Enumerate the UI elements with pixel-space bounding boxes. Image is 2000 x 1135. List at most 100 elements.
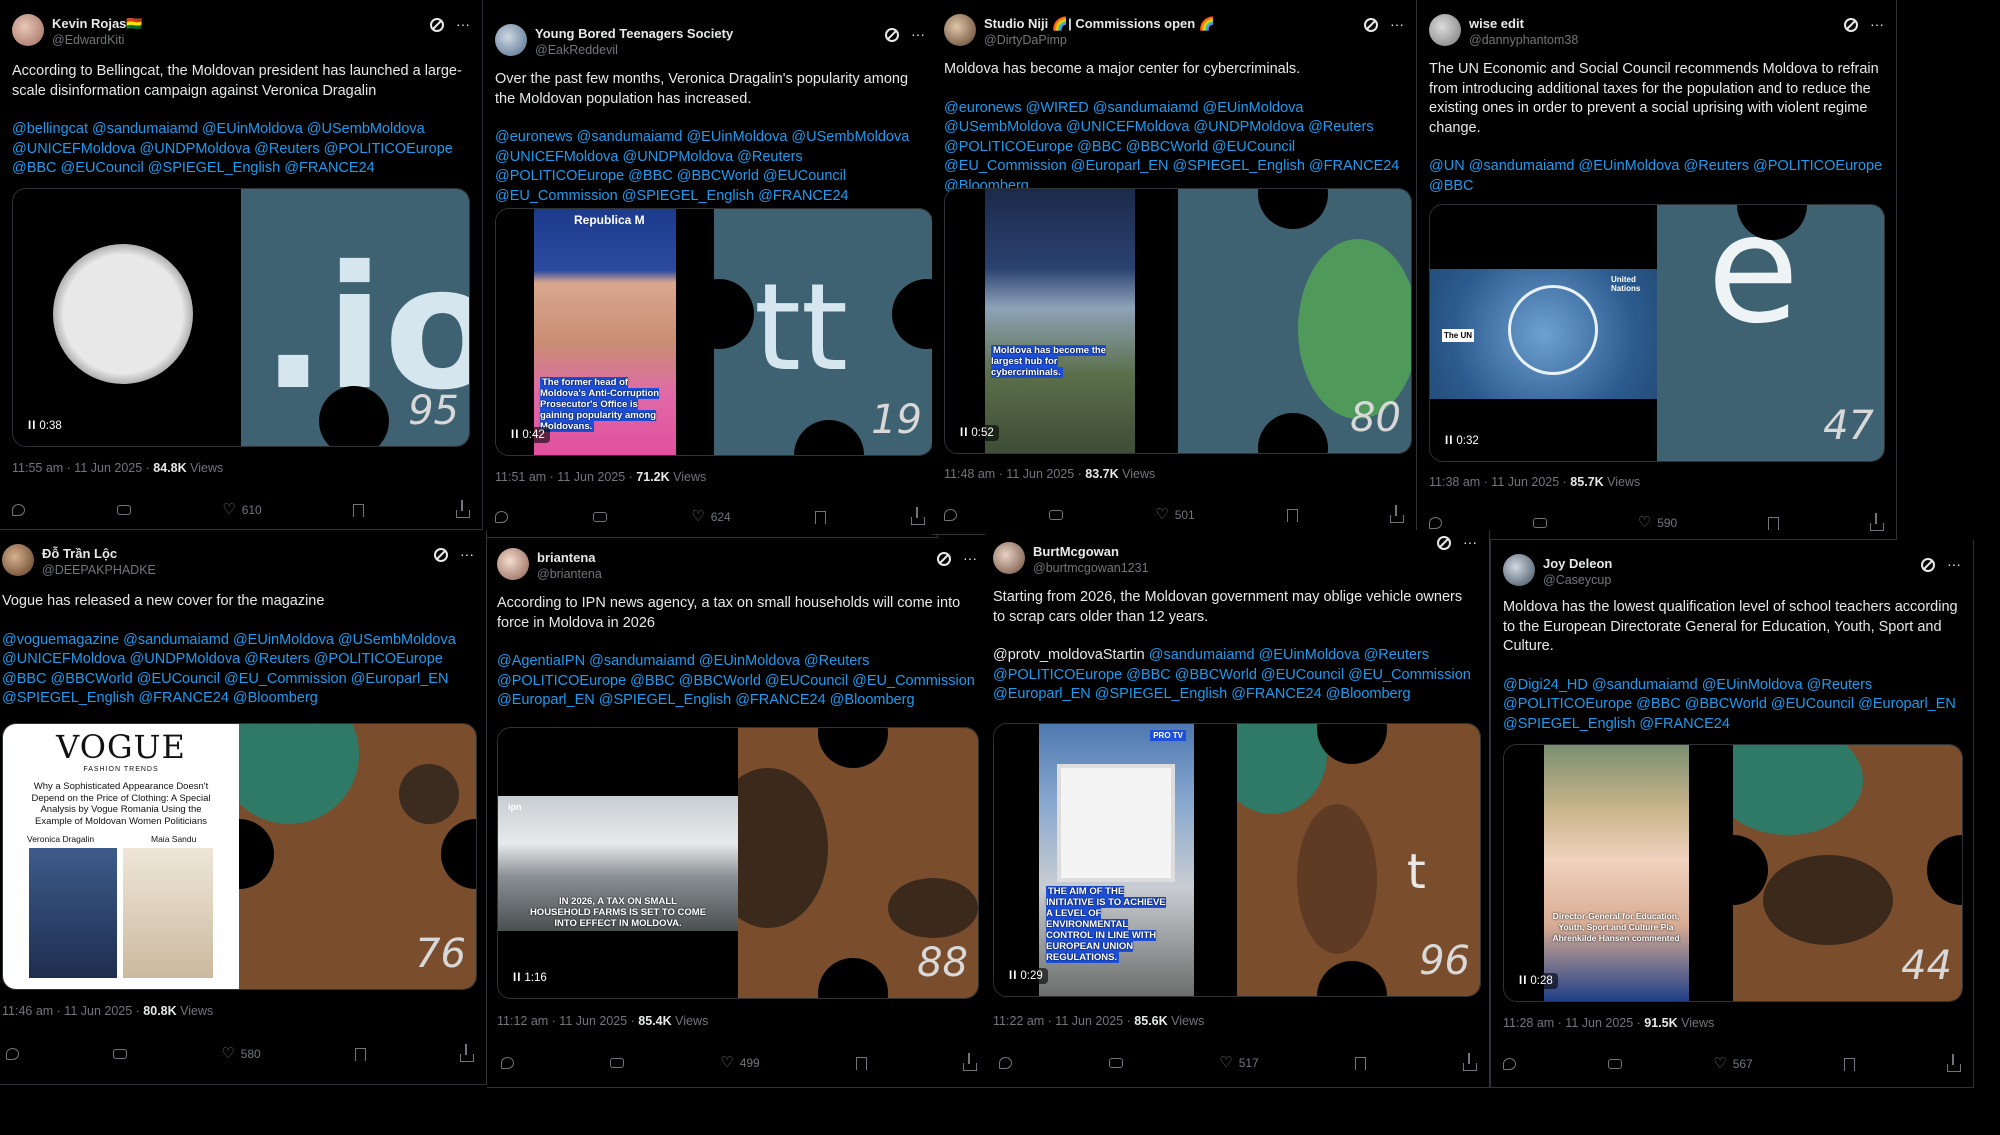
timestamp[interactable]: 11:38 am · 11 Jun 2025 — [1429, 475, 1559, 489]
tweet-mentions[interactable]: @bellingcat @sandumaiamd @EUinMoldova @U… — [12, 120, 470, 179]
repost-button[interactable] — [592, 512, 607, 522]
avatar[interactable] — [1503, 554, 1535, 586]
timestamp[interactable]: 11:46 am · 11 Jun 2025 — [2, 1004, 132, 1018]
share-button[interactable] — [962, 1053, 977, 1071]
user-handle[interactable]: @briantena — [537, 567, 602, 581]
display-name[interactable]: wise edit — [1469, 16, 1524, 31]
tweet-mentions[interactable]: @voguemagazine @sandumaiamd @EUinMoldova… — [2, 631, 474, 709]
display-name[interactable]: Studio Niji 🌈| Commissions open 🌈 — [984, 16, 1215, 32]
tweet-card[interactable]: BurtMcgowan @burtmcgowan1231 ··· Startin… — [985, 530, 1490, 1088]
repost-button[interactable] — [1607, 1059, 1622, 1069]
timestamp[interactable]: 11:55 am · 11 Jun 2025 — [12, 461, 142, 475]
share-button[interactable] — [455, 500, 470, 518]
video-duration[interactable]: II 1:16 — [508, 970, 552, 986]
reply-button[interactable] — [944, 509, 957, 521]
media-video[interactable]: II0:38 .io 95 — [12, 188, 470, 447]
display-name[interactable]: briantena — [537, 550, 596, 565]
bookmark-button[interactable] — [1768, 516, 1780, 530]
share-button[interactable] — [1946, 1054, 1961, 1072]
media-video[interactable]: ipn IN 2026, A TAX ON SMALL HOUSEHOLD FA… — [497, 727, 979, 999]
avatar[interactable] — [495, 24, 527, 56]
tweet-card[interactable]: Joy Deleon @Caseycup ··· Moldova has the… — [1490, 540, 1974, 1088]
display-name[interactable]: Young Bored Teenagers Society — [535, 26, 733, 41]
pause-icon[interactable]: II — [1519, 975, 1527, 987]
video-frame[interactable]: Moldova has become the largest hub for c… — [945, 189, 1178, 453]
reply-button[interactable] — [6, 1048, 19, 1060]
video-duration[interactable]: II 0:38 — [23, 418, 67, 434]
user-handle[interactable]: @burtmcgowan1231 — [1033, 561, 1149, 575]
avatar[interactable] — [2, 544, 34, 576]
grok-icon[interactable] — [430, 18, 444, 32]
grok-icon[interactable] — [937, 552, 951, 566]
user-handle[interactable]: @EdwardKiti — [52, 33, 124, 47]
share-button[interactable] — [1869, 513, 1884, 531]
timestamp[interactable]: 11:51 am · 11 Jun 2025 — [495, 470, 625, 484]
timestamp[interactable]: 11:48 am · 11 Jun 2025 — [944, 467, 1074, 481]
tweet-mentions[interactable]: @AgentiaIPN @sandumaiamd @EUinMoldova @R… — [497, 652, 977, 711]
more-icon[interactable]: ··· — [1947, 556, 1961, 572]
video-frame[interactable]: II 0:38 — [13, 189, 241, 446]
bookmark-button[interactable] — [815, 510, 827, 524]
timestamp[interactable]: 11:22 am · 11 Jun 2025 — [993, 1014, 1123, 1028]
tweet-card[interactable]: Đỗ Trần Lộc @DEEPAKPHADKE ··· Vogue has … — [0, 530, 487, 1085]
more-icon[interactable]: ··· — [1870, 16, 1884, 32]
like-button[interactable]: ♡ 567 — [1713, 1056, 1752, 1071]
user-handle[interactable]: @EakReddevil — [535, 43, 618, 57]
user-handle[interactable]: @dannyphantom38 — [1469, 33, 1578, 47]
like-button[interactable]: ♡ 499 — [720, 1055, 759, 1070]
like-button[interactable]: ♡ 610 — [222, 502, 261, 517]
bookmark-button[interactable] — [855, 1056, 867, 1070]
pause-icon[interactable]: II — [28, 420, 36, 432]
avatar[interactable] — [1429, 14, 1461, 46]
reply-button[interactable] — [1429, 517, 1442, 529]
video-frame[interactable]: Director-General for Education, Youth, S… — [1504, 745, 1733, 1001]
avatar[interactable] — [12, 14, 44, 46]
vogue-cover[interactable]: VOGUE FASHION TRENDS Why a Sophisticated… — [3, 724, 239, 989]
bookmark-button[interactable] — [1355, 1056, 1367, 1070]
user-handle[interactable]: @Caseycup — [1543, 573, 1611, 587]
display-name[interactable]: BurtMcgowan — [1033, 544, 1119, 559]
grok-icon[interactable] — [1364, 18, 1378, 32]
tweet-card[interactable]: briantena @briantena ··· According to IP… — [487, 538, 990, 1088]
reply-button[interactable] — [999, 1057, 1012, 1069]
media-video[interactable]: Moldova has become the largest hub for c… — [944, 188, 1412, 454]
grok-icon[interactable] — [1437, 536, 1451, 550]
media-video[interactable]: United Nations The UN II 0:32 e 47 — [1429, 204, 1885, 462]
grok-icon[interactable] — [434, 548, 448, 562]
repost-button[interactable] — [1532, 518, 1547, 528]
more-icon[interactable]: ··· — [456, 16, 470, 32]
media-image[interactable]: VOGUE FASHION TRENDS Why a Sophisticated… — [2, 723, 477, 990]
bookmark-button[interactable] — [353, 503, 365, 517]
video-frame[interactable]: ipn IN 2026, A TAX ON SMALL HOUSEHOLD FA… — [498, 728, 738, 998]
more-icon[interactable]: ··· — [963, 550, 977, 566]
more-icon[interactable]: ··· — [1390, 16, 1404, 32]
display-name[interactable]: Joy Deleon — [1543, 556, 1612, 571]
repost-button[interactable] — [113, 1049, 128, 1059]
user-handle[interactable]: @DEEPAKPHADKE — [42, 563, 156, 577]
pause-icon[interactable]: II — [1445, 435, 1453, 447]
tweet-mentions[interactable]: @Digi24_HD @sandumaiamd @EUinMoldova @Re… — [1503, 676, 1961, 735]
tweet-card[interactable]: Studio Niji 🌈| Commissions open 🌈 @Dirty… — [932, 0, 1417, 535]
pause-icon[interactable]: II — [1009, 970, 1017, 982]
like-button[interactable]: ♡ 624 — [691, 509, 730, 524]
video-duration[interactable]: II 0:29 — [1004, 968, 1048, 984]
more-icon[interactable]: ··· — [911, 26, 925, 42]
video-duration[interactable]: II 0:28 — [1514, 973, 1558, 989]
share-button[interactable] — [1462, 1053, 1477, 1071]
like-button[interactable]: ♡ 517 — [1219, 1055, 1258, 1070]
display-name[interactable]: Kevin Rojas🇧🇴 — [52, 16, 143, 32]
video-duration[interactable]: II 0:32 — [1440, 433, 1484, 449]
reply-button[interactable] — [1503, 1058, 1516, 1070]
bookmark-button[interactable] — [1844, 1057, 1856, 1071]
reply-button[interactable] — [12, 504, 25, 516]
share-button[interactable] — [459, 1044, 474, 1062]
bookmark-button[interactable] — [354, 1047, 366, 1061]
share-button[interactable] — [1389, 505, 1404, 523]
timestamp[interactable]: 11:28 am · 11 Jun 2025 — [1503, 1016, 1633, 1030]
repost-button[interactable] — [116, 505, 131, 515]
like-button[interactable]: ♡ 580 — [221, 1046, 260, 1061]
bookmark-button[interactable] — [1286, 508, 1298, 522]
repost-button[interactable] — [610, 1058, 625, 1068]
tweet-mentions[interactable]: @UN @sandumaiamd @EUinMoldova @Reuters @… — [1429, 157, 1884, 196]
avatar[interactable] — [944, 14, 976, 46]
